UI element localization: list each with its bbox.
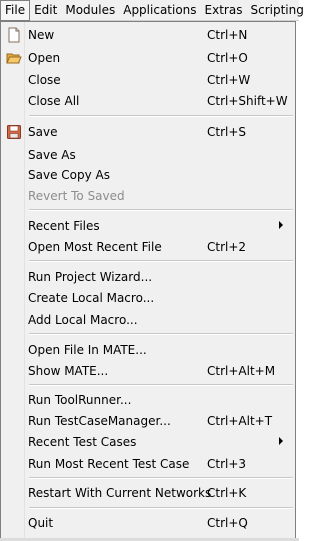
menu-item-save-as[interactable]: Save As <box>1 145 295 165</box>
menu-item-show-mate[interactable]: Show MATE... Ctrl+Alt+M <box>1 361 295 381</box>
menu-item-label: Quit <box>28 516 54 530</box>
menu-separator <box>29 384 293 386</box>
menu-item-open-most-recent-file[interactable]: Open Most Recent File Ctrl+2 <box>1 237 295 257</box>
menu-item-shortcut: Ctrl+Alt+T <box>207 414 273 428</box>
menu-item-label: Recent Files <box>28 219 100 233</box>
menu-item-open[interactable]: Open Ctrl+O <box>1 48 295 68</box>
open-folder-icon <box>6 50 22 66</box>
menu-item-restart-with-current-networks[interactable]: Restart With Current Networks Ctrl+K <box>1 483 295 503</box>
menu-item-shortcut: Ctrl+Shift+W <box>207 94 288 108</box>
menu-item-revert-to-saved: Revert To Saved <box>1 186 295 206</box>
menu-item-label: Run Project Wizard... <box>28 270 153 284</box>
menu-item-label: Close All <box>28 94 80 108</box>
menu-item-recent-test-cases[interactable]: Recent Test Cases <box>1 432 295 452</box>
menu-item-shortcut: Ctrl+Q <box>207 516 248 530</box>
menu-item-quit[interactable]: Quit Ctrl+Q <box>1 513 295 533</box>
menu-item-label: New <box>28 28 55 42</box>
menubar-edit[interactable]: Edit <box>30 0 61 21</box>
menu-item-run-project-wizard[interactable]: Run Project Wizard... <box>1 267 295 287</box>
menu-separator <box>29 333 293 335</box>
menu-item-label: Restart With Current Networks <box>28 486 212 500</box>
menu-item-shortcut: Ctrl+W <box>207 73 251 87</box>
menu-item-create-local-macro[interactable]: Create Local Macro... <box>1 288 295 308</box>
menu-item-add-local-macro[interactable]: Add Local Macro... <box>1 310 295 330</box>
menubar-modules[interactable]: Modules <box>61 0 119 21</box>
menu-item-label: Add Local Macro... <box>28 313 138 327</box>
menu-item-label: Recent Test Cases <box>28 435 137 449</box>
menu-item-label: Run TestCaseManager... <box>28 414 171 428</box>
menu-separator <box>29 260 293 262</box>
menu-item-shortcut: Ctrl+Alt+M <box>207 364 276 378</box>
menu-item-label: Close <box>28 73 61 87</box>
menu-item-new[interactable]: New Ctrl+N <box>1 25 295 45</box>
menu-bar: File Edit Modules Applications Extras Sc… <box>0 0 304 21</box>
menu-item-label: Show MATE... <box>28 364 109 378</box>
submenu-arrow-icon <box>279 221 283 229</box>
menu-item-save[interactable]: Save Ctrl+S <box>1 122 295 142</box>
menubar-extras[interactable]: Extras <box>201 0 247 21</box>
menu-item-label: Save As <box>28 148 76 162</box>
save-disk-icon <box>6 124 22 140</box>
menu-item-label: Save Copy As <box>28 168 110 182</box>
menu-separator <box>29 115 293 117</box>
menu-item-shortcut: Ctrl+S <box>207 125 247 139</box>
menu-item-save-copy-as[interactable]: Save Copy As <box>1 165 295 185</box>
menu-item-run-toolrunner[interactable]: Run ToolRunner... <box>1 390 295 410</box>
menu-item-label: Create Local Macro... <box>28 291 155 305</box>
submenu-arrow-icon <box>279 437 283 445</box>
menu-item-shortcut: Ctrl+O <box>207 51 248 65</box>
menu-item-label: Run Most Recent Test Case <box>28 457 190 471</box>
menu-item-label: Open File In MATE... <box>28 343 147 357</box>
menu-item-label: Run ToolRunner... <box>28 393 132 407</box>
menu-item-run-testcasemanager[interactable]: Run TestCaseManager... Ctrl+Alt+T <box>1 411 295 431</box>
menu-item-shortcut: Ctrl+3 <box>207 457 247 471</box>
menu-separator <box>29 209 293 211</box>
new-document-icon <box>6 27 22 43</box>
menu-separator <box>29 507 293 509</box>
file-menu: New Ctrl+N Open Ctrl+O Close Ctrl+W Clos… <box>0 21 296 540</box>
menu-item-label: Open <box>28 51 61 65</box>
menu-item-label: Save <box>28 125 58 139</box>
menu-item-label: Open Most Recent File <box>28 240 162 254</box>
menu-item-shortcut: Ctrl+N <box>207 28 248 42</box>
menubar-scripting[interactable]: Scripting <box>246 0 307 21</box>
menu-separator <box>29 477 293 479</box>
menu-item-run-most-recent-test-case[interactable]: Run Most Recent Test Case Ctrl+3 <box>1 454 295 474</box>
menu-item-shortcut: Ctrl+K <box>207 486 247 500</box>
menu-item-open-file-in-mate[interactable]: Open File In MATE... <box>1 340 295 360</box>
menu-item-label: Revert To Saved <box>28 189 125 203</box>
menu-item-recent-files[interactable]: Recent Files <box>1 216 295 236</box>
menu-item-close[interactable]: Close Ctrl+W <box>1 70 295 90</box>
menubar-applications[interactable]: Applications <box>119 0 200 21</box>
menubar-file[interactable]: File <box>0 0 31 21</box>
menu-item-close-all[interactable]: Close All Ctrl+Shift+W <box>1 91 295 111</box>
menu-item-shortcut: Ctrl+2 <box>207 240 247 254</box>
